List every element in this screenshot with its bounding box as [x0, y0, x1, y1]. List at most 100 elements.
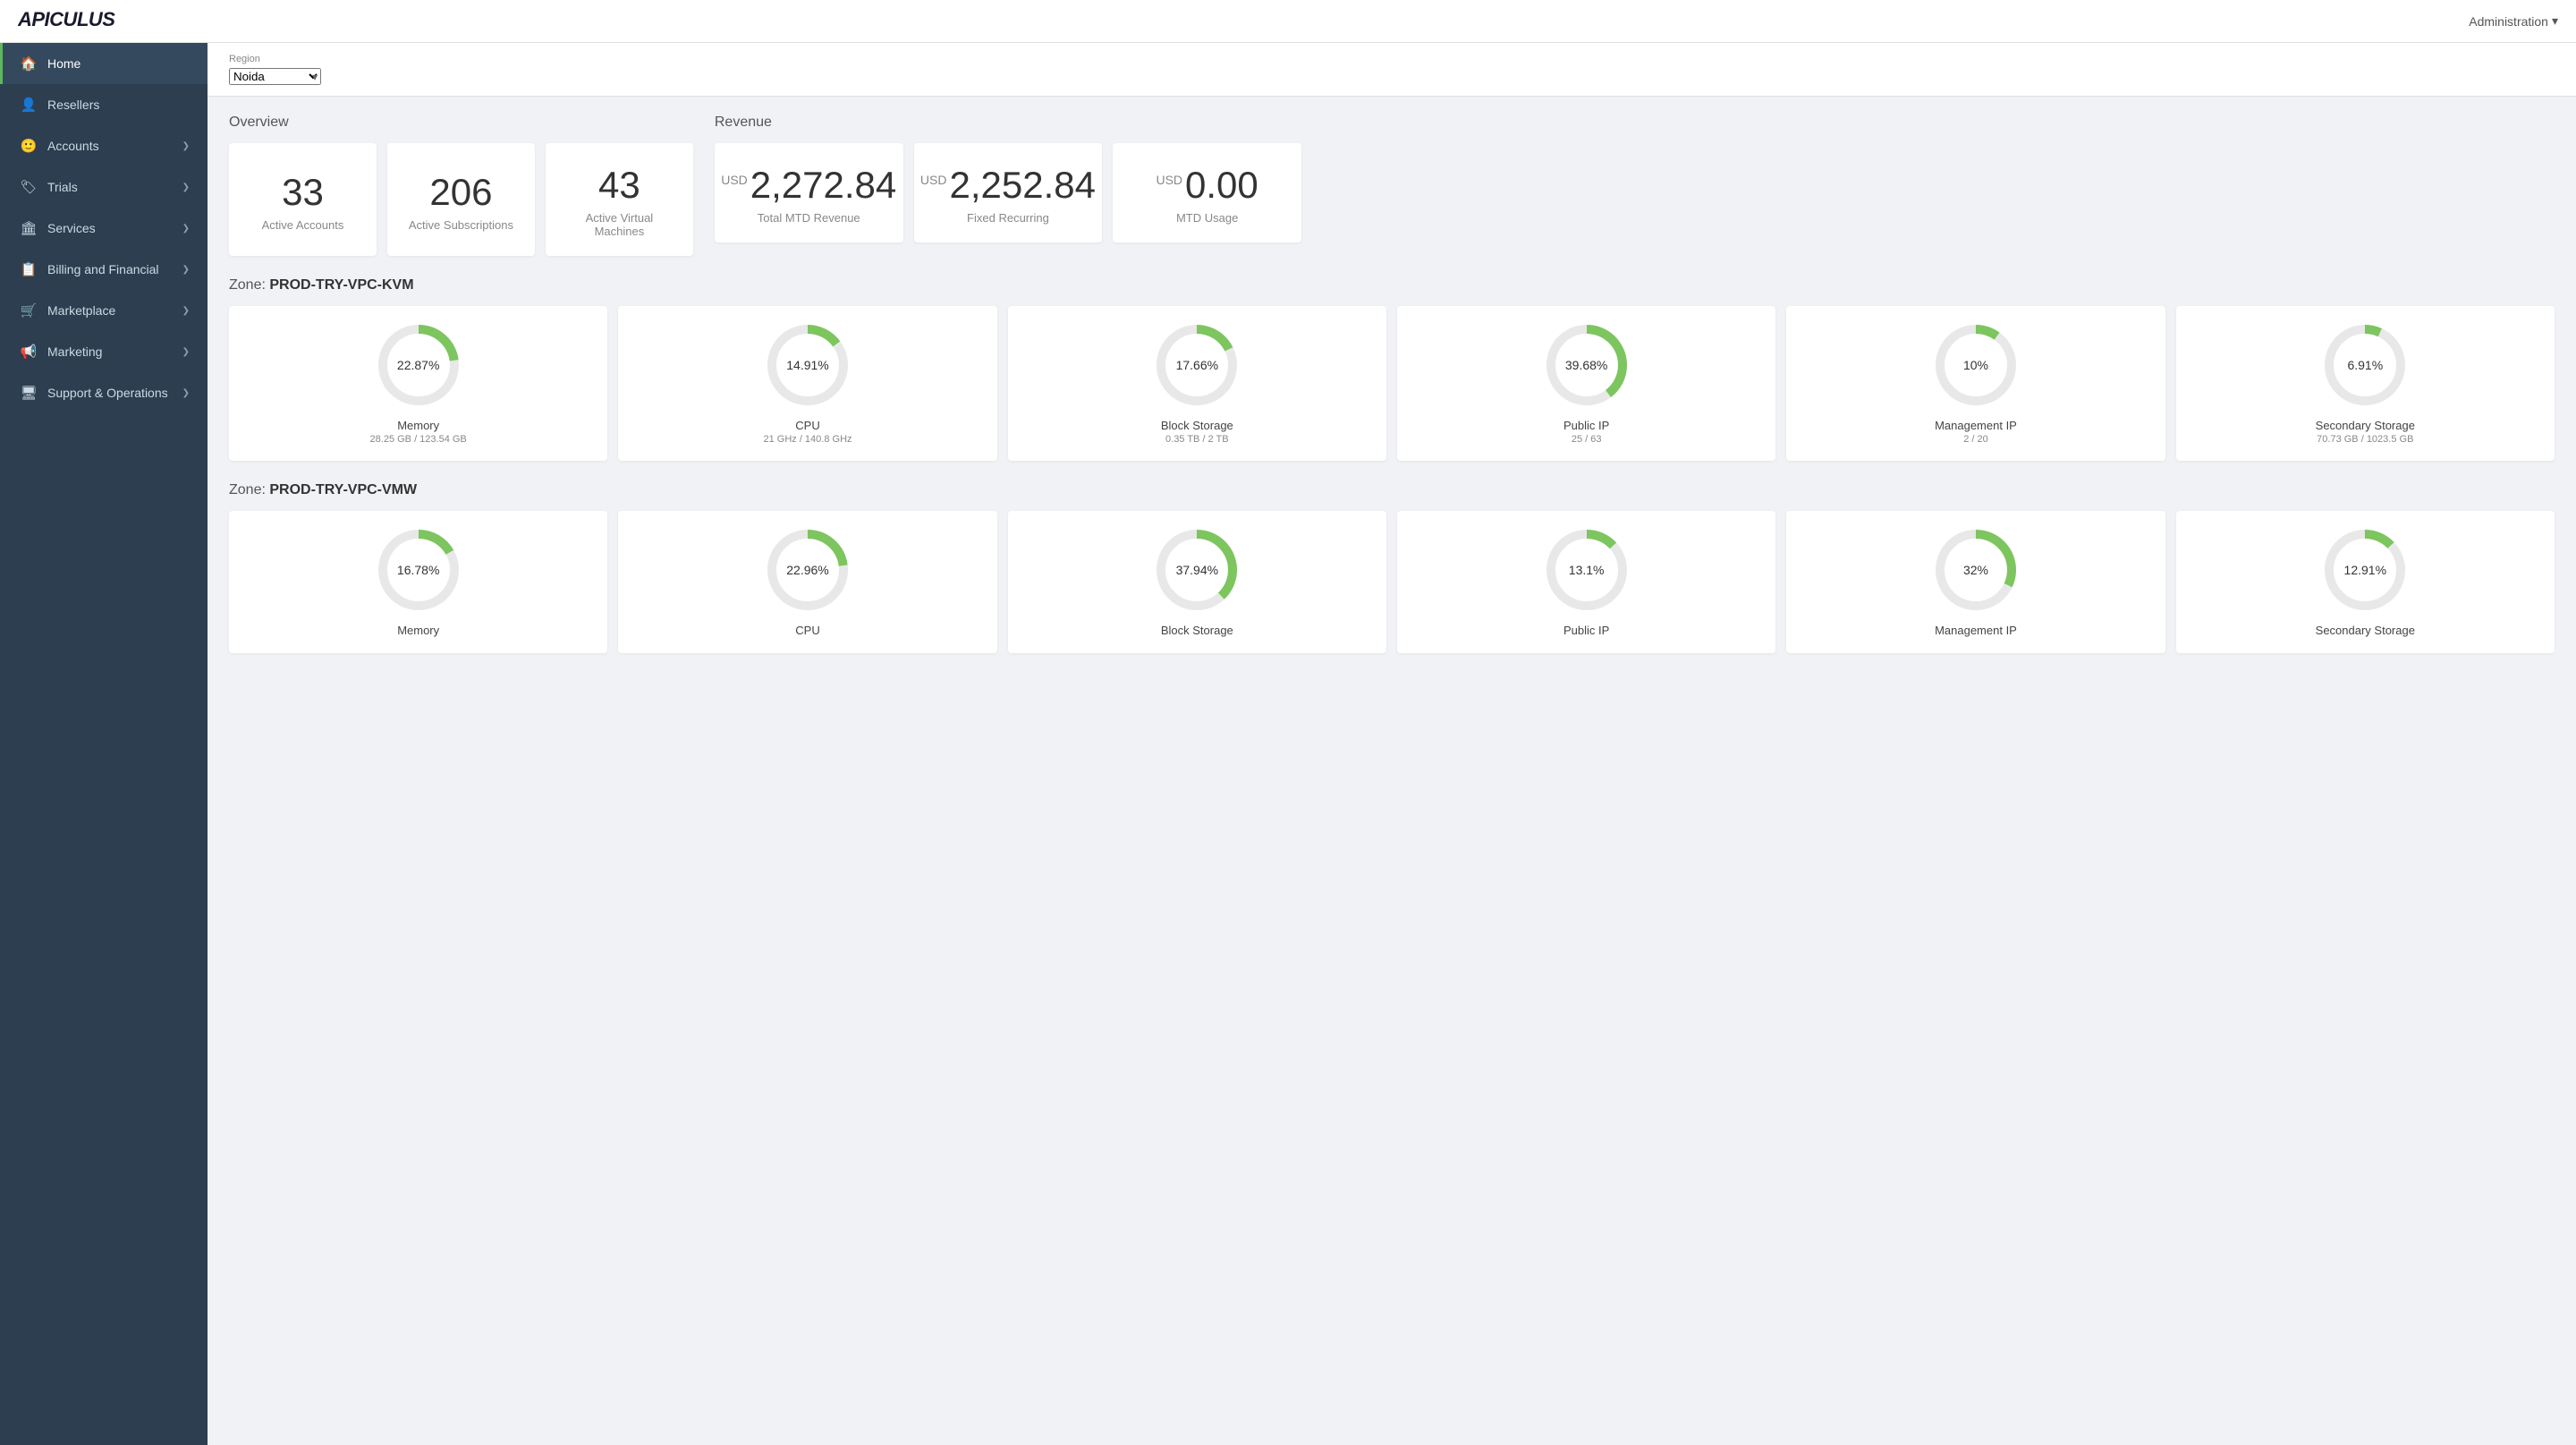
overview-stat-card: 33 Active Accounts — [229, 143, 377, 256]
sidebar-item-left: 🛒 Marketplace — [21, 302, 115, 319]
stat-number: USD2,272.84 — [721, 165, 896, 206]
stat-number: 206 — [429, 172, 492, 213]
donut-subtitle: 21 GHz / 140.8 GHz — [763, 434, 852, 445]
donut-title: Public IP — [1563, 624, 1609, 637]
sidebar-item-left: 🖥 Support & Operations — [21, 385, 168, 401]
sidebar: 🏠 Home 👤 Resellers 🙂 Accounts ❯ 🏷 Trials… — [0, 43, 208, 1445]
usd-label: USD — [721, 173, 748, 187]
zone-name: PROD-TRY-VPC-KVM — [269, 277, 413, 293]
donut-center-pct: 10% — [1963, 358, 1988, 372]
stat-label: Active Subscriptions — [409, 218, 513, 232]
donut-wrapper: 39.68% — [1542, 320, 1631, 410]
stat-number: 33 — [282, 172, 324, 213]
donut-subtitle: 25 / 63 — [1572, 434, 1602, 445]
donut-subtitle: 2 / 20 — [1963, 434, 1988, 445]
zone-header-0: Zone: PROD-TRY-VPC-KVM — [229, 277, 2555, 293]
sidebar-item-left: 🏛 Services — [21, 220, 96, 236]
sidebar-item-home[interactable]: 🏠 Home — [0, 43, 208, 84]
revenue-stat-card: USD2,252.84 Fixed Recurring — [914, 143, 1103, 242]
donut-wrapper: 13.1% — [1542, 525, 1631, 615]
donut-center-pct: 12.91% — [2344, 563, 2386, 577]
overview-stat-card: 206 Active Subscriptions — [387, 143, 535, 256]
donut-center-pct: 6.91% — [2347, 358, 2383, 372]
region-select[interactable]: NoidaMumbaiDelhiBangalore — [229, 68, 321, 85]
sidebar-item-trials[interactable]: 🏷 Trials ❯ — [0, 166, 208, 208]
donut-center-pct: 13.1% — [1569, 563, 1605, 577]
donut-title: Memory — [397, 624, 439, 637]
donut-card-0-3: 39.68% Public IP 25 / 63 — [1397, 306, 1775, 461]
donut-card-1-1: 22.96% CPU — [618, 511, 996, 653]
overview-cards: 33 Active Accounts 206 Active Subscripti… — [229, 143, 693, 256]
sidebar-item-marketing[interactable]: 📢 Marketing ❯ — [0, 331, 208, 372]
stat-label: Fixed Recurring — [967, 211, 1049, 225]
support-icon: 🖥 — [21, 385, 37, 401]
stat-number: USD0.00 — [1156, 165, 1258, 206]
sidebar-item-support[interactable]: 🖥 Support & Operations ❯ — [0, 372, 208, 413]
zone-cards-row-1: 16.78% Memory 22.96% CPU 37.94% — [229, 511, 2555, 653]
donut-center-pct: 16.78% — [397, 563, 439, 577]
chevron-icon: ❯ — [182, 224, 190, 234]
region-label: Region — [229, 54, 2555, 64]
zone-name: PROD-TRY-VPC-VMW — [269, 482, 417, 497]
donut-center-pct: 39.68% — [1565, 358, 1607, 372]
chevron-icon: ❯ — [182, 183, 190, 192]
donut-subtitle: 28.25 GB / 123.54 GB — [370, 434, 467, 445]
donut-card-1-0: 16.78% Memory — [229, 511, 607, 653]
sidebar-label-resellers: Resellers — [47, 98, 99, 112]
stat-label: Active Accounts — [262, 218, 344, 232]
donut-subtitle: 70.73 GB / 1023.5 GB — [2317, 434, 2413, 445]
revenue-title: Revenue — [715, 115, 1301, 131]
resellers-icon: 👤 — [21, 97, 37, 113]
donut-center-pct: 32% — [1963, 563, 1988, 577]
sidebar-label-trials: Trials — [47, 180, 78, 194]
donut-card-0-0: 22.87% Memory 28.25 GB / 123.54 GB — [229, 306, 607, 461]
accounts-icon: 🙂 — [21, 138, 37, 154]
region-select-wrapper[interactable]: NoidaMumbaiDelhiBangalore — [229, 68, 321, 85]
sidebar-item-accounts[interactable]: 🙂 Accounts ❯ — [0, 125, 208, 166]
sidebar-label-services: Services — [47, 221, 96, 235]
donut-card-0-1: 14.91% CPU 21 GHz / 140.8 GHz — [618, 306, 996, 461]
sidebar-item-left: 🏷 Trials — [21, 179, 78, 195]
donut-wrapper: 12.91% — [2320, 525, 2410, 615]
marketplace-icon: 🛒 — [21, 302, 37, 319]
sidebar-label-marketing: Marketing — [47, 344, 102, 359]
services-icon: 🏛 — [21, 220, 37, 236]
donut-card-1-5: 12.91% Secondary Storage — [2176, 511, 2555, 653]
sidebar-item-services[interactable]: 🏛 Services ❯ — [0, 208, 208, 249]
stat-label: Active Virtual Machines — [564, 211, 675, 238]
topbar: APICULUS Administration ▾ — [0, 0, 2576, 43]
admin-chevron-icon: ▾ — [2552, 13, 2558, 29]
donut-wrapper: 16.78% — [374, 525, 463, 615]
overview-title: Overview — [229, 115, 693, 131]
content-area: Region NoidaMumbaiDelhiBangalore Overvie… — [208, 43, 2576, 1445]
donut-wrapper: 37.94% — [1152, 525, 1241, 615]
donut-title: Block Storage — [1161, 419, 1233, 432]
admin-menu[interactable]: Administration ▾ — [2469, 13, 2558, 29]
sidebar-item-left: 👤 Resellers — [21, 97, 99, 113]
chevron-icon: ❯ — [182, 388, 190, 398]
donut-wrapper: 22.87% — [374, 320, 463, 410]
chevron-icon: ❯ — [182, 347, 190, 357]
overview-revenue-row: Overview 33 Active Accounts 206 Active S… — [229, 115, 2555, 256]
donut-card-1-2: 37.94% Block Storage — [1008, 511, 1386, 653]
donut-title: Public IP — [1563, 419, 1609, 432]
chevron-icon: ❯ — [182, 306, 190, 316]
stat-label: Total MTD Revenue — [758, 211, 860, 225]
sidebar-item-marketplace[interactable]: 🛒 Marketplace ❯ — [0, 290, 208, 331]
sidebar-item-billing[interactable]: 📋 Billing and Financial ❯ — [0, 249, 208, 290]
donut-center-pct: 22.87% — [397, 358, 439, 372]
donut-wrapper: 17.66% — [1152, 320, 1241, 410]
donut-card-0-5: 6.91% Secondary Storage 70.73 GB / 1023.… — [2176, 306, 2555, 461]
home-icon: 🏠 — [21, 55, 37, 72]
svg-text:APICULUS: APICULUS — [18, 8, 115, 30]
donut-title: Secondary Storage — [2316, 419, 2415, 432]
sidebar-item-resellers[interactable]: 👤 Resellers — [0, 84, 208, 125]
region-bar: Region NoidaMumbaiDelhiBangalore — [208, 43, 2576, 97]
admin-label: Administration — [2469, 14, 2548, 29]
donut-center-pct: 22.96% — [786, 563, 828, 577]
revenue-stat-card: USD0.00 MTD Usage — [1113, 143, 1301, 242]
revenue-cards: USD2,272.84 Total MTD Revenue USD2,252.8… — [715, 143, 1301, 242]
donut-wrapper: 32% — [1931, 525, 2021, 615]
marketing-icon: 📢 — [21, 344, 37, 360]
donut-title: CPU — [795, 624, 819, 637]
